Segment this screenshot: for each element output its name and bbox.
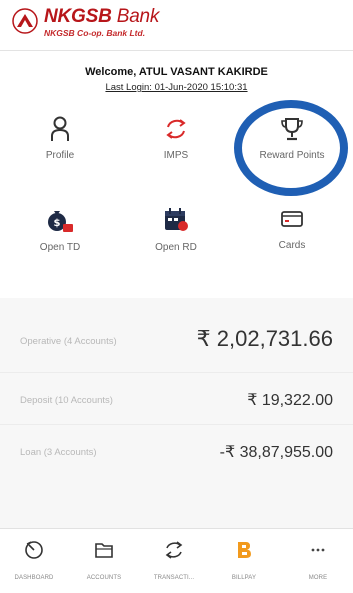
more-icon [311, 548, 325, 552]
brand-name: NKGSB Bank [44, 6, 160, 27]
account-name: Loan (3 Accounts) [20, 447, 97, 458]
tile-profile[interactable]: Profile [5, 116, 115, 161]
svg-text:$: $ [54, 218, 61, 229]
account-amount: ₹ 19,322.00 [247, 392, 333, 409]
folder-icon [95, 543, 113, 558]
tile-open-rd[interactable]: Open RD [121, 206, 231, 253]
nav-label: DASHBOARD [14, 575, 54, 581]
transfer-icon [166, 119, 186, 139]
nav-label: MORE [308, 575, 328, 581]
tile-label: Profile [45, 150, 75, 161]
nav-label: TRANSACTI... [153, 575, 195, 581]
deposit-icon: $ [48, 211, 73, 232]
bottom-navigation: DASHBOARD ACCOUNTS TRANSACTI... BILLPAY [0, 528, 353, 593]
nav-transactions[interactable]: TRANSACTI... [146, 529, 202, 593]
tile-label: Cards [278, 240, 306, 251]
nav-more[interactable]: MORE [290, 529, 346, 593]
tile-cards[interactable]: Cards [237, 206, 347, 251]
last-login-text: Last Login: 01-Jun-2020 15:10:31 [105, 82, 248, 93]
nav-label: ACCOUNTS [86, 575, 122, 581]
tile-label: Open TD [39, 242, 81, 253]
account-row-operative[interactable]: Operative (4 Accounts) ₹ 2,02,731.66 [0, 312, 353, 372]
tile-open-td[interactable]: $ Open TD [5, 206, 115, 253]
tile-label: Open RD [155, 242, 197, 253]
transaction-icon [165, 541, 183, 559]
brand-subtitle: NKGSB Co-op. Bank Ltd. [44, 28, 146, 38]
dashboard-icon [25, 541, 43, 559]
app-header: NKGSB Bank NKGSB Co-op. Bank Ltd. [0, 0, 353, 51]
nav-billpay[interactable]: BILLPAY [216, 529, 272, 593]
account-summary-panel: Operative (4 Accounts) ₹ 2,02,731.66 Dep… [0, 298, 353, 528]
billpay-icon [238, 542, 251, 558]
account-name: Operative (4 Accounts) [20, 336, 117, 347]
calendar-icon [165, 208, 188, 231]
account-name: Deposit (10 Accounts) [20, 395, 113, 406]
nav-label: BILLPAY [231, 575, 257, 581]
account-amount: ₹ 2,02,731.66 [196, 326, 333, 351]
welcome-text: Welcome, ATUL VASANT KAKIRDE [85, 66, 268, 78]
nav-accounts[interactable]: ACCOUNTS [76, 529, 132, 593]
account-amount: -₹ 38,87,955.00 [219, 444, 333, 461]
nav-dashboard[interactable]: DASHBOARD [6, 529, 62, 593]
bank-logo-icon [12, 8, 38, 34]
person-icon [51, 116, 69, 141]
card-icon [281, 211, 303, 227]
account-row-loan[interactable]: Loan (3 Accounts) -₹ 38,87,955.00 [0, 425, 353, 485]
tile-label: IMPS [163, 150, 189, 161]
highlight-circle [234, 100, 348, 196]
tile-imps[interactable]: IMPS [121, 116, 231, 161]
